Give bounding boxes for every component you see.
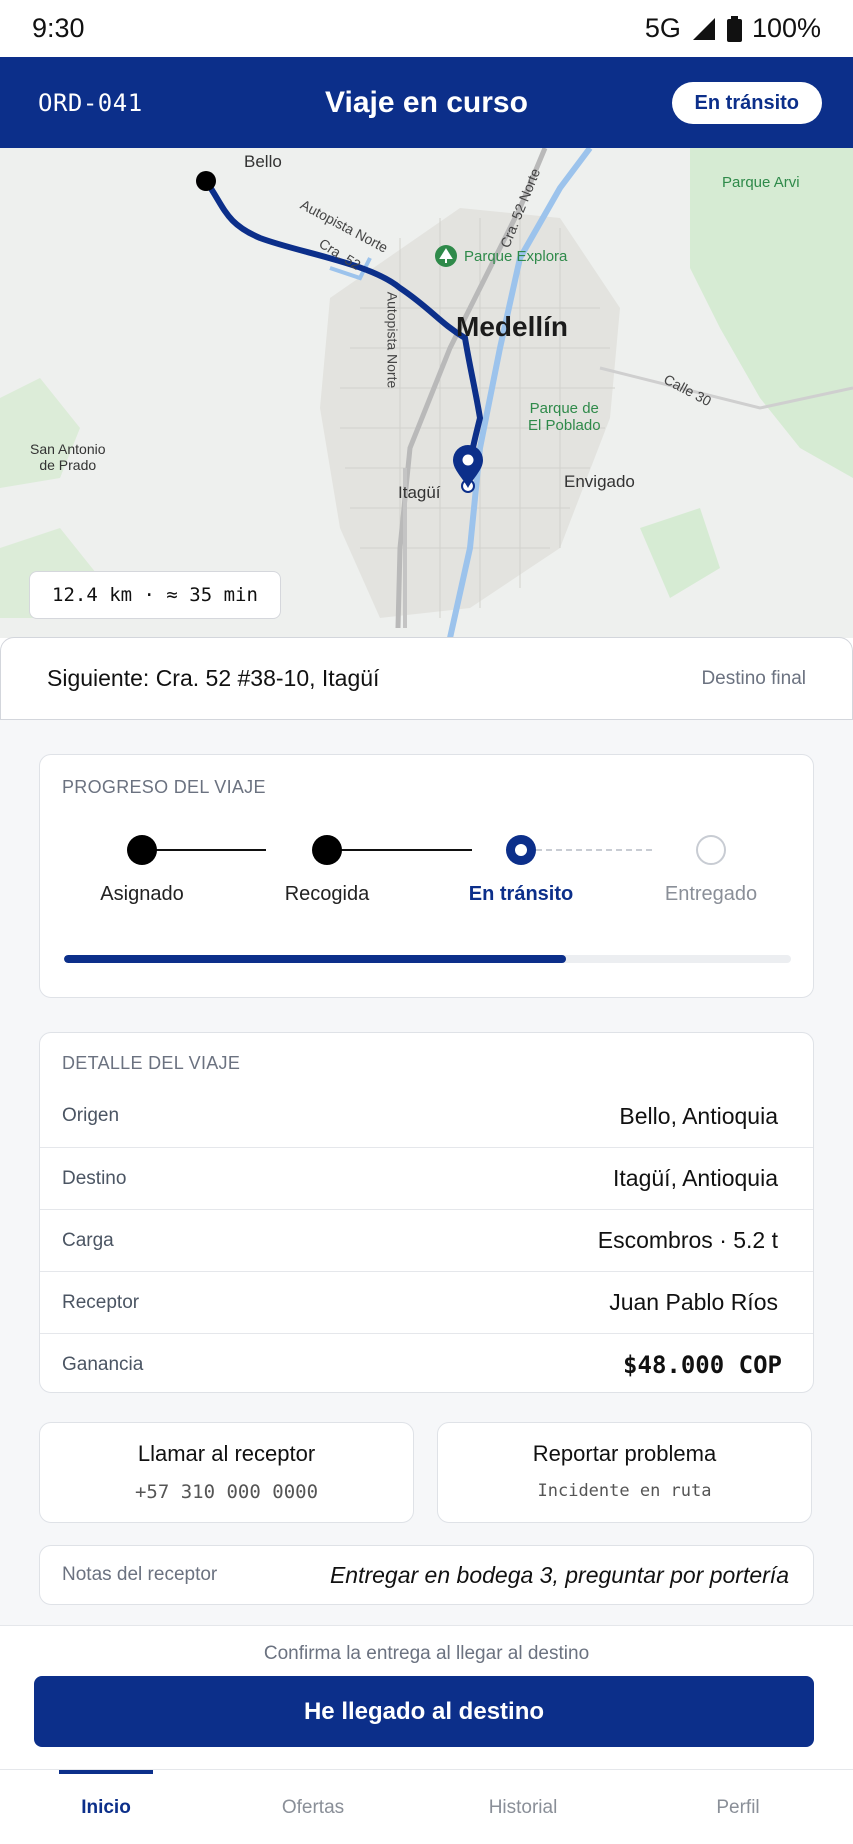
- status-time: 9:30: [32, 13, 85, 43]
- map-label-bello: Bello: [244, 152, 282, 171]
- status-icons: 5G 100%: [645, 13, 821, 44]
- notes-text: Entregar en bodega 3, preguntar por port…: [329, 1561, 789, 1588]
- detail-label: Carga: [62, 1229, 114, 1251]
- status-badge: En tránsito: [671, 82, 822, 124]
- status-bar: 9:30 5G 100%: [0, 0, 853, 57]
- step-connector: [328, 849, 472, 851]
- cta-hint: Confirma la entrega al llegar al destino: [263, 1643, 590, 1664]
- step-dot-assigned: [127, 835, 157, 865]
- map-label-autopista-norte-vertical: Autopista Norte: [384, 291, 401, 389]
- final-destination-label: Destino final: [701, 667, 806, 689]
- trip-detail-card: DETALLE DEL VIAJE Origen Bello, Antioqui…: [39, 1032, 814, 1393]
- detail-row-destination: Destino Itagüí, Antioquia: [40, 1147, 813, 1209]
- detail-value: Bello, Antioquia: [619, 1102, 778, 1129]
- report-problem-sub: Incidente en ruta: [537, 1481, 712, 1501]
- report-problem-button[interactable]: Reportar problema Incidente en ruta: [437, 1422, 812, 1523]
- detail-row-receiver: Receptor Juan Pablo Ríos: [40, 1271, 813, 1333]
- detail-label: Ganancia: [62, 1353, 144, 1375]
- map-label-parque-poblado: Parque de El Poblado: [528, 400, 601, 434]
- park-marker-icon: [435, 245, 457, 267]
- map-canvas: [0, 148, 853, 638]
- trip-progress-card: PROGRESO DEL VIAJE Asignado Recogida En …: [39, 754, 814, 998]
- call-receiver-label: Llamar al receptor: [137, 1441, 316, 1466]
- signal-icon: [692, 17, 715, 40]
- receiver-notes: Notas del receptor Entregar en bodega 3,…: [39, 1545, 814, 1605]
- detail-row-earnings: Ganancia $48.000 COP: [40, 1333, 813, 1395]
- confirm-arrival-area: Confirma la entrega al llegar al destino…: [0, 1625, 853, 1769]
- step-dot-delivered: [696, 835, 726, 865]
- nav-item-ofertas[interactable]: Ofertas: [233, 1770, 393, 1844]
- map-label-envigado: Envigado: [564, 472, 635, 491]
- map-label-medellin: Medellín: [456, 311, 569, 342]
- battery-level: 100%: [751, 13, 821, 43]
- progress-bar-fill: [64, 955, 566, 963]
- step-connector: [526, 849, 652, 851]
- battery-icon: [726, 15, 742, 42]
- park-area: [640, 508, 720, 598]
- detail-value: Juan Pablo Ríos: [609, 1289, 778, 1315]
- step-label-in-transit: En tránsito: [468, 883, 574, 905]
- app-header: ORD-041 Viaje en curso En tránsito: [0, 57, 853, 148]
- detail-value: Escombros · 5.2 t: [597, 1227, 778, 1253]
- notes-label: Notas del receptor: [62, 1564, 218, 1585]
- detail-value-earnings: $48.000 COP: [623, 1350, 782, 1379]
- map-label-san-antonio: San Antonio de Prado: [30, 441, 106, 473]
- report-problem-label: Reportar problema: [532, 1441, 717, 1466]
- call-receiver-button[interactable]: Llamar al receptor +57 310 000 0000: [39, 1422, 414, 1523]
- detail-label: Receptor: [62, 1291, 140, 1313]
- receiver-phone: +57 310 000 0000: [134, 1481, 319, 1503]
- step-label-assigned: Asignado: [100, 883, 184, 905]
- next-stop-bar[interactable]: Siguiente: Cra. 52 #38-10, Itagüí Destin…: [0, 637, 853, 720]
- map-label-parque-arvi: Parque Arvi: [722, 174, 800, 191]
- step-label-pickup: Recogida: [284, 883, 370, 905]
- next-stop-address: Siguiente: Cra. 52 #38-10, Itagüí: [47, 665, 380, 691]
- step-dot-in-transit: [506, 835, 536, 865]
- detail-row-cargo: Carga Escombros · 5.2 t: [40, 1209, 813, 1271]
- distance-eta-chip: 12.4 km · ≈ 35 min: [29, 571, 281, 619]
- detail-label: Origen: [62, 1105, 120, 1126]
- map-label-parque-explora: Parque Explora: [464, 248, 568, 265]
- map-label-itagui: Itagüí: [398, 483, 441, 502]
- origin-marker: [196, 171, 216, 191]
- detail-title: DETALLE DEL VIAJE: [62, 1053, 241, 1073]
- nav-item-inicio[interactable]: Inicio: [26, 1770, 186, 1844]
- network-type: 5G: [644, 13, 681, 43]
- arrived-button[interactable]: He llegado al destino: [34, 1676, 814, 1747]
- nav-item-historial[interactable]: Historial: [443, 1770, 603, 1844]
- bottom-nav: Inicio Ofertas Historial Perfil: [0, 1769, 853, 1844]
- progress-title: PROGRESO DEL VIAJE: [62, 777, 266, 797]
- step-connector: [142, 849, 266, 851]
- detail-row-origin: Origen Bello, Antioquia: [40, 1085, 813, 1147]
- park-area: [690, 148, 853, 478]
- step-label-delivered: Entregado: [664, 883, 758, 905]
- detail-label: Destino: [62, 1167, 127, 1189]
- nav-item-perfil[interactable]: Perfil: [658, 1770, 818, 1844]
- step-dot-pickup: [312, 835, 342, 865]
- detail-value: Itagüí, Antioquia: [613, 1165, 778, 1191]
- progress-bar: [64, 955, 791, 963]
- route-map[interactable]: Bello Medellín Autopista Norte Cra. 52 C…: [0, 148, 853, 638]
